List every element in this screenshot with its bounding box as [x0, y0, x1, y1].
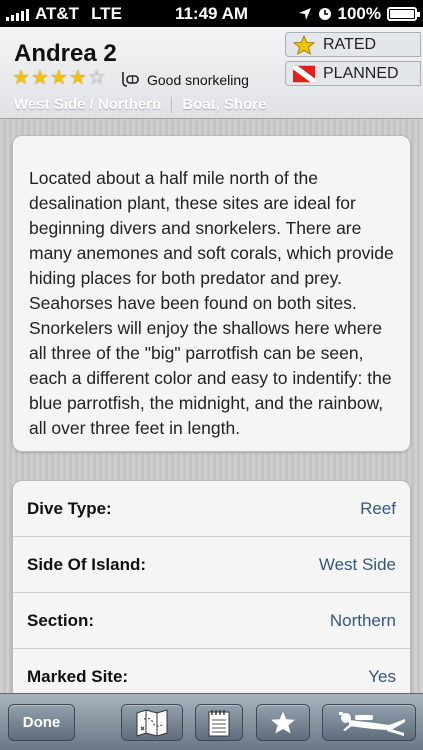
detail-label: Section:	[27, 610, 95, 630]
star-filled-icon: ★	[30, 67, 49, 89]
site-title: Andrea 2	[14, 40, 117, 67]
rating-stars: ★ ★ ★ ★ ☆	[12, 68, 106, 88]
star-filled-icon: ★	[68, 67, 87, 89]
detail-value: Yes	[368, 666, 396, 686]
notes-button[interactable]	[195, 704, 243, 741]
site-header: Andrea 2 ★ ★ ★ ★ ☆ Good snorkeling West …	[0, 27, 423, 119]
notes-icon	[208, 709, 230, 736]
battery-icon	[387, 7, 420, 21]
detail-value: West Side	[318, 554, 396, 574]
alarm-clock-icon	[318, 8, 331, 20]
access-label: Boat, Shore	[182, 96, 267, 113]
favorite-button[interactable]	[256, 704, 310, 741]
detail-label: Dive Type:	[27, 498, 112, 518]
activity-label: Good snorkeling	[147, 72, 249, 88]
star-icon	[293, 34, 315, 55]
status-right: 100%	[298, 4, 420, 24]
description-card: Located about a half mile north of the d…	[12, 135, 411, 452]
map-button[interactable]	[121, 704, 183, 741]
status-bar: AT&T LTE 11:49 AM 100%	[0, 0, 423, 27]
map-icon	[136, 708, 168, 737]
done-label: Done	[22, 714, 61, 731]
dive-log-button[interactable]	[322, 704, 416, 741]
battery-percent: 100%	[337, 4, 381, 23]
location-divider	[171, 96, 173, 113]
star-filled-icon: ★	[12, 67, 30, 89]
location-arrow-icon	[298, 8, 311, 20]
planned-button[interactable]: PLANNED	[285, 61, 421, 86]
detail-value: Northern	[329, 610, 396, 630]
details-table: Dive Type: Reef Side Of Island: West Sid…	[12, 480, 411, 720]
star-icon	[271, 711, 295, 734]
detail-value: Reef	[360, 498, 396, 518]
region-label: West Side / Northern	[14, 96, 162, 113]
site-description: Located about a half mile north of the d…	[29, 168, 394, 438]
detail-label: Side Of Island:	[27, 554, 147, 574]
snorkel-mask-icon	[122, 72, 139, 87]
star-filled-icon: ★	[49, 67, 68, 89]
diver-icon	[339, 711, 405, 736]
done-button[interactable]: Done	[8, 704, 75, 741]
rated-button[interactable]: RATED	[285, 32, 421, 57]
dive-flag-icon	[293, 65, 315, 82]
bottom-toolbar: Done	[0, 693, 423, 750]
planned-label: PLANNED	[323, 64, 399, 82]
rated-label: RATED	[323, 35, 377, 53]
detail-row-side-of-island: Side Of Island: West Side	[13, 537, 410, 593]
star-empty-icon: ☆	[87, 67, 106, 89]
detail-row-dive-type: Dive Type: Reef	[13, 481, 410, 537]
site-location: West Side / Northern Boat, Shore	[14, 96, 266, 113]
detail-label: Marked Site:	[27, 666, 129, 686]
detail-row-section: Section: Northern	[13, 593, 410, 649]
